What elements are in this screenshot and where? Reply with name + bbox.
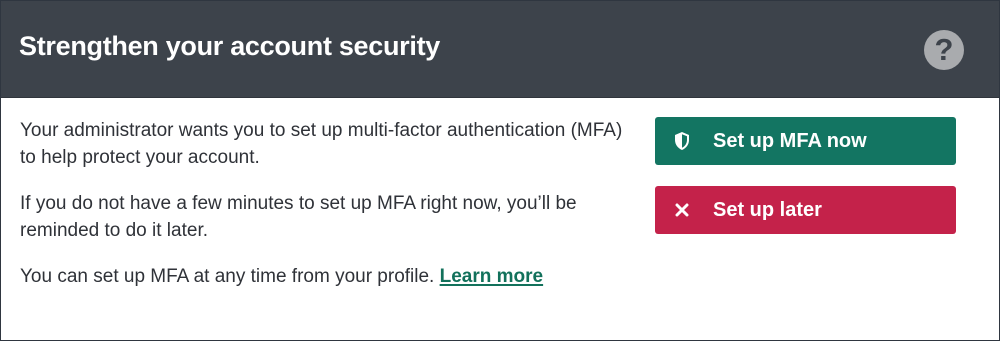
profile-info-copy: You can set up MFA at any time from your… [20, 266, 440, 287]
learn-more-link[interactable]: Learn more [440, 266, 543, 287]
help-button[interactable]: ? [924, 30, 964, 70]
reminder-text: If you do not have a few minutes to set … [20, 193, 577, 241]
set-up-mfa-now-label: Set up MFA now [713, 130, 867, 152]
shield-icon [671, 117, 693, 165]
question-mark-icon: ? [934, 32, 954, 67]
close-icon [671, 186, 693, 234]
dialog-header: Strengthen your account security ? [1, 1, 999, 98]
set-up-later-label: Set up later [713, 199, 822, 221]
dialog-title: Strengthen your account security [19, 31, 440, 61]
dialog-message: Your administrator wants you to set up m… [20, 117, 630, 309]
mfa-dialog: Strengthen your account security ? Your … [0, 0, 1000, 341]
mfa-explanation-text: Your administrator wants you to set up m… [20, 120, 623, 168]
profile-info-text: You can set up MFA at any time from your… [20, 263, 630, 290]
set-up-mfa-now-button[interactable]: Set up MFA now [655, 117, 956, 165]
set-up-later-button[interactable]: Set up later [655, 186, 956, 234]
